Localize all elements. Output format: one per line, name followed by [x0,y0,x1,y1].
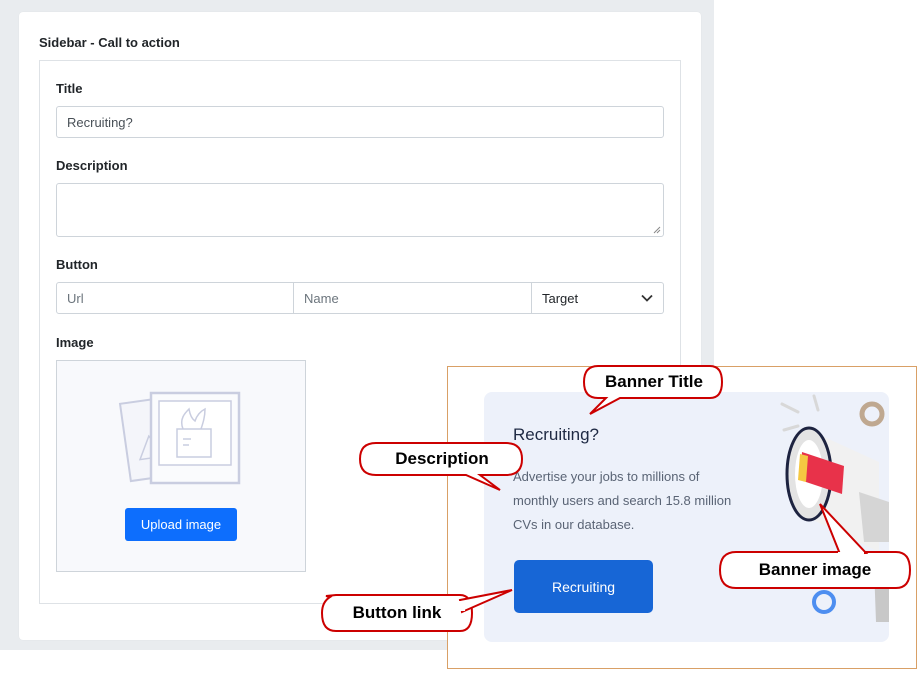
section-title: Sidebar - Call to action [39,35,180,50]
chevron-down-icon [641,294,653,302]
description-textarea[interactable] [56,183,664,237]
name-placeholder: Name [304,290,339,306]
button-label: Button [56,257,98,272]
image-label: Image [56,335,94,350]
description-label: Description [56,158,128,173]
url-placeholder: Url [67,290,84,306]
resize-handle-icon[interactable] [653,226,661,234]
title-input-value: Recruiting? [67,114,133,130]
callout-banner-title-text: Banner Title [605,372,703,391]
photos-placeholder-icon [118,391,241,485]
url-input[interactable]: Url [56,282,294,314]
title-input[interactable]: Recruiting? [56,106,664,138]
button-input-group: Url Name Target [56,282,664,314]
upload-image-button[interactable]: Upload image [125,508,237,541]
banner-preview-frame: Recruiting? Advertise your jobs to milli… [447,366,917,669]
name-input[interactable]: Name [294,282,532,314]
image-uploader[interactable]: Upload image [56,360,306,572]
banner-description: Advertise your jobs to millions of month… [513,469,732,532]
callout-description-text: Description [395,449,489,468]
banner-preview: Recruiting? Advertise your jobs to milli… [484,392,889,642]
callout-banner-image-text: Banner image [758,560,872,579]
title-label: Title [56,81,83,96]
callout-button-link-text: Button link [352,603,442,622]
megaphone-illustration [780,394,889,622]
target-select[interactable]: Target [532,282,664,314]
banner-button[interactable]: Recruiting [514,560,653,613]
target-select-value: Target [542,290,579,306]
banner-title: Recruiting? [513,425,599,444]
